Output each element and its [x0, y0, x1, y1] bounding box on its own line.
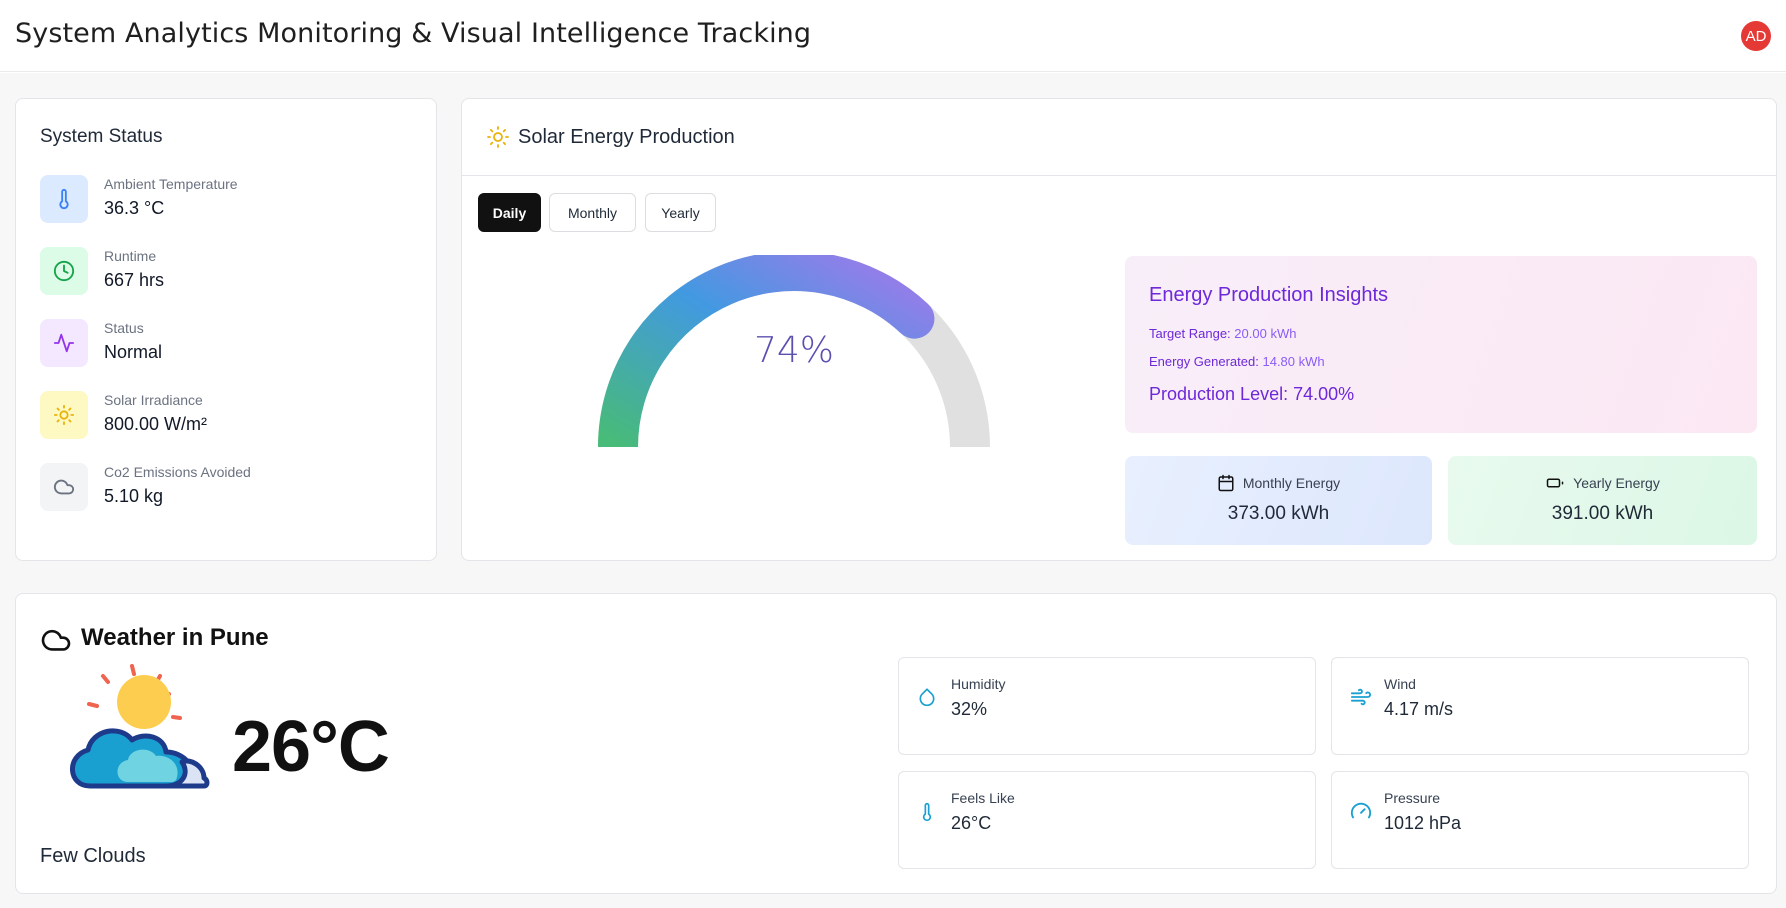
page-title: System Analytics Monitoring & Visual Int…: [15, 18, 812, 49]
droplet-icon: [917, 686, 937, 713]
pressure-value: 1012 hPa: [1384, 813, 1462, 833]
target-range-value: 20.00 kWh: [1234, 326, 1297, 341]
thermometer-icon: [917, 800, 937, 829]
weather-temperature: 26°C: [232, 707, 390, 787]
system-status-card: System Status Ambient Temperature 36.3 °…: [15, 98, 437, 561]
sun-icon: [486, 125, 510, 149]
avatar[interactable]: AD: [1741, 21, 1771, 51]
energy-insights-panel: Energy Production Insights Target Range:…: [1125, 256, 1757, 433]
target-range-label: Target Range:: [1149, 326, 1231, 341]
monthly-energy-value: 373.00 kWh: [1227, 503, 1330, 524]
status-value: 800.00 W/m²: [104, 414, 208, 434]
system-status-title: System Status: [40, 126, 163, 147]
top-header: System Analytics Monitoring & Visual Int…: [0, 0, 1786, 72]
status-value: 5.10 kg: [104, 486, 164, 506]
weather-title: Weather in Pune: [81, 624, 269, 651]
calendar-icon: [1217, 474, 1235, 495]
weather-description: Few Clouds: [40, 845, 146, 867]
gauge-icon: [1350, 800, 1372, 827]
tab-daily[interactable]: Daily: [478, 193, 541, 232]
status-label: Solar Irradiance: [104, 392, 203, 408]
status-item-co2-avoided: Co2 Emissions Avoided 5.10 kg: [40, 463, 420, 513]
energy-generated: Energy Generated: 14.80 kWh: [1149, 354, 1325, 369]
wind-icon: [1350, 686, 1372, 713]
weather-pressure: Pressure 1012 hPa: [1331, 771, 1749, 869]
status-item-runtime: Runtime 667 hrs: [40, 247, 420, 297]
battery-icon: [1545, 474, 1565, 495]
wind-label: Wind: [1384, 676, 1416, 692]
cloud-icon: [40, 626, 72, 657]
weather-wind: Wind 4.17 m/s: [1331, 657, 1749, 755]
wind-value: 4.17 m/s: [1384, 699, 1454, 719]
yearly-energy-value: 391.00 kWh: [1551, 503, 1654, 524]
status-value: Normal: [104, 342, 163, 362]
gauge-percent: 74%: [753, 330, 834, 371]
weather-feels-like: Feels Like 26°C: [898, 771, 1316, 869]
humidity-label: Humidity: [951, 676, 1006, 692]
insights-title: Energy Production Insights: [1149, 284, 1389, 306]
energy-generated-label: Energy Generated:: [1149, 354, 1259, 369]
status-item-solar-irradiance: Solar Irradiance 800.00 W/m²: [40, 391, 420, 441]
production-level: Production Level: 74.00%: [1149, 384, 1355, 404]
monthly-energy-label-row: Monthly Energy: [1125, 474, 1432, 495]
status-value: 667 hrs: [104, 270, 165, 290]
monthly-energy-card: Monthly Energy 373.00 kWh: [1125, 456, 1432, 545]
activity-icon: [40, 319, 88, 367]
humidity-value: 32%: [951, 699, 988, 719]
pressure-label: Pressure: [1384, 790, 1441, 806]
sun-icon: [40, 391, 88, 439]
status-value: 36.3 °C: [104, 198, 165, 218]
status-label: Runtime: [104, 248, 157, 264]
yearly-energy-label: Yearly Energy: [1573, 475, 1660, 491]
status-item-status: Status Normal: [40, 319, 420, 369]
solar-card-header: Solar Energy Production: [462, 99, 1776, 176]
weather-humidity: Humidity 32%: [898, 657, 1316, 755]
solar-title: Solar Energy Production: [518, 126, 735, 148]
status-label: Status: [104, 320, 144, 336]
tab-yearly[interactable]: Yearly: [645, 193, 716, 232]
status-label: Co2 Emissions Avoided: [104, 464, 251, 480]
target-range: Target Range: 20.00 kWh: [1149, 326, 1296, 341]
yearly-energy-label-row: Yearly Energy: [1448, 474, 1757, 495]
yearly-energy-card: Yearly Energy 391.00 kWh: [1448, 456, 1757, 545]
feels-like-value: 26°C: [951, 813, 992, 833]
status-item-ambient-temperature: Ambient Temperature 36.3 °C: [40, 175, 420, 225]
status-label: Ambient Temperature: [104, 176, 238, 192]
thermometer-icon: [40, 175, 88, 223]
monthly-energy-label: Monthly Energy: [1242, 475, 1341, 491]
tab-monthly[interactable]: Monthly: [549, 193, 636, 232]
energy-generated-value: 14.80 kWh: [1262, 354, 1325, 369]
cloud-icon: [40, 463, 88, 511]
clock-icon: [40, 247, 88, 295]
feels-like-label: Feels Like: [951, 790, 1015, 806]
few-clouds-icon: [70, 664, 210, 789]
